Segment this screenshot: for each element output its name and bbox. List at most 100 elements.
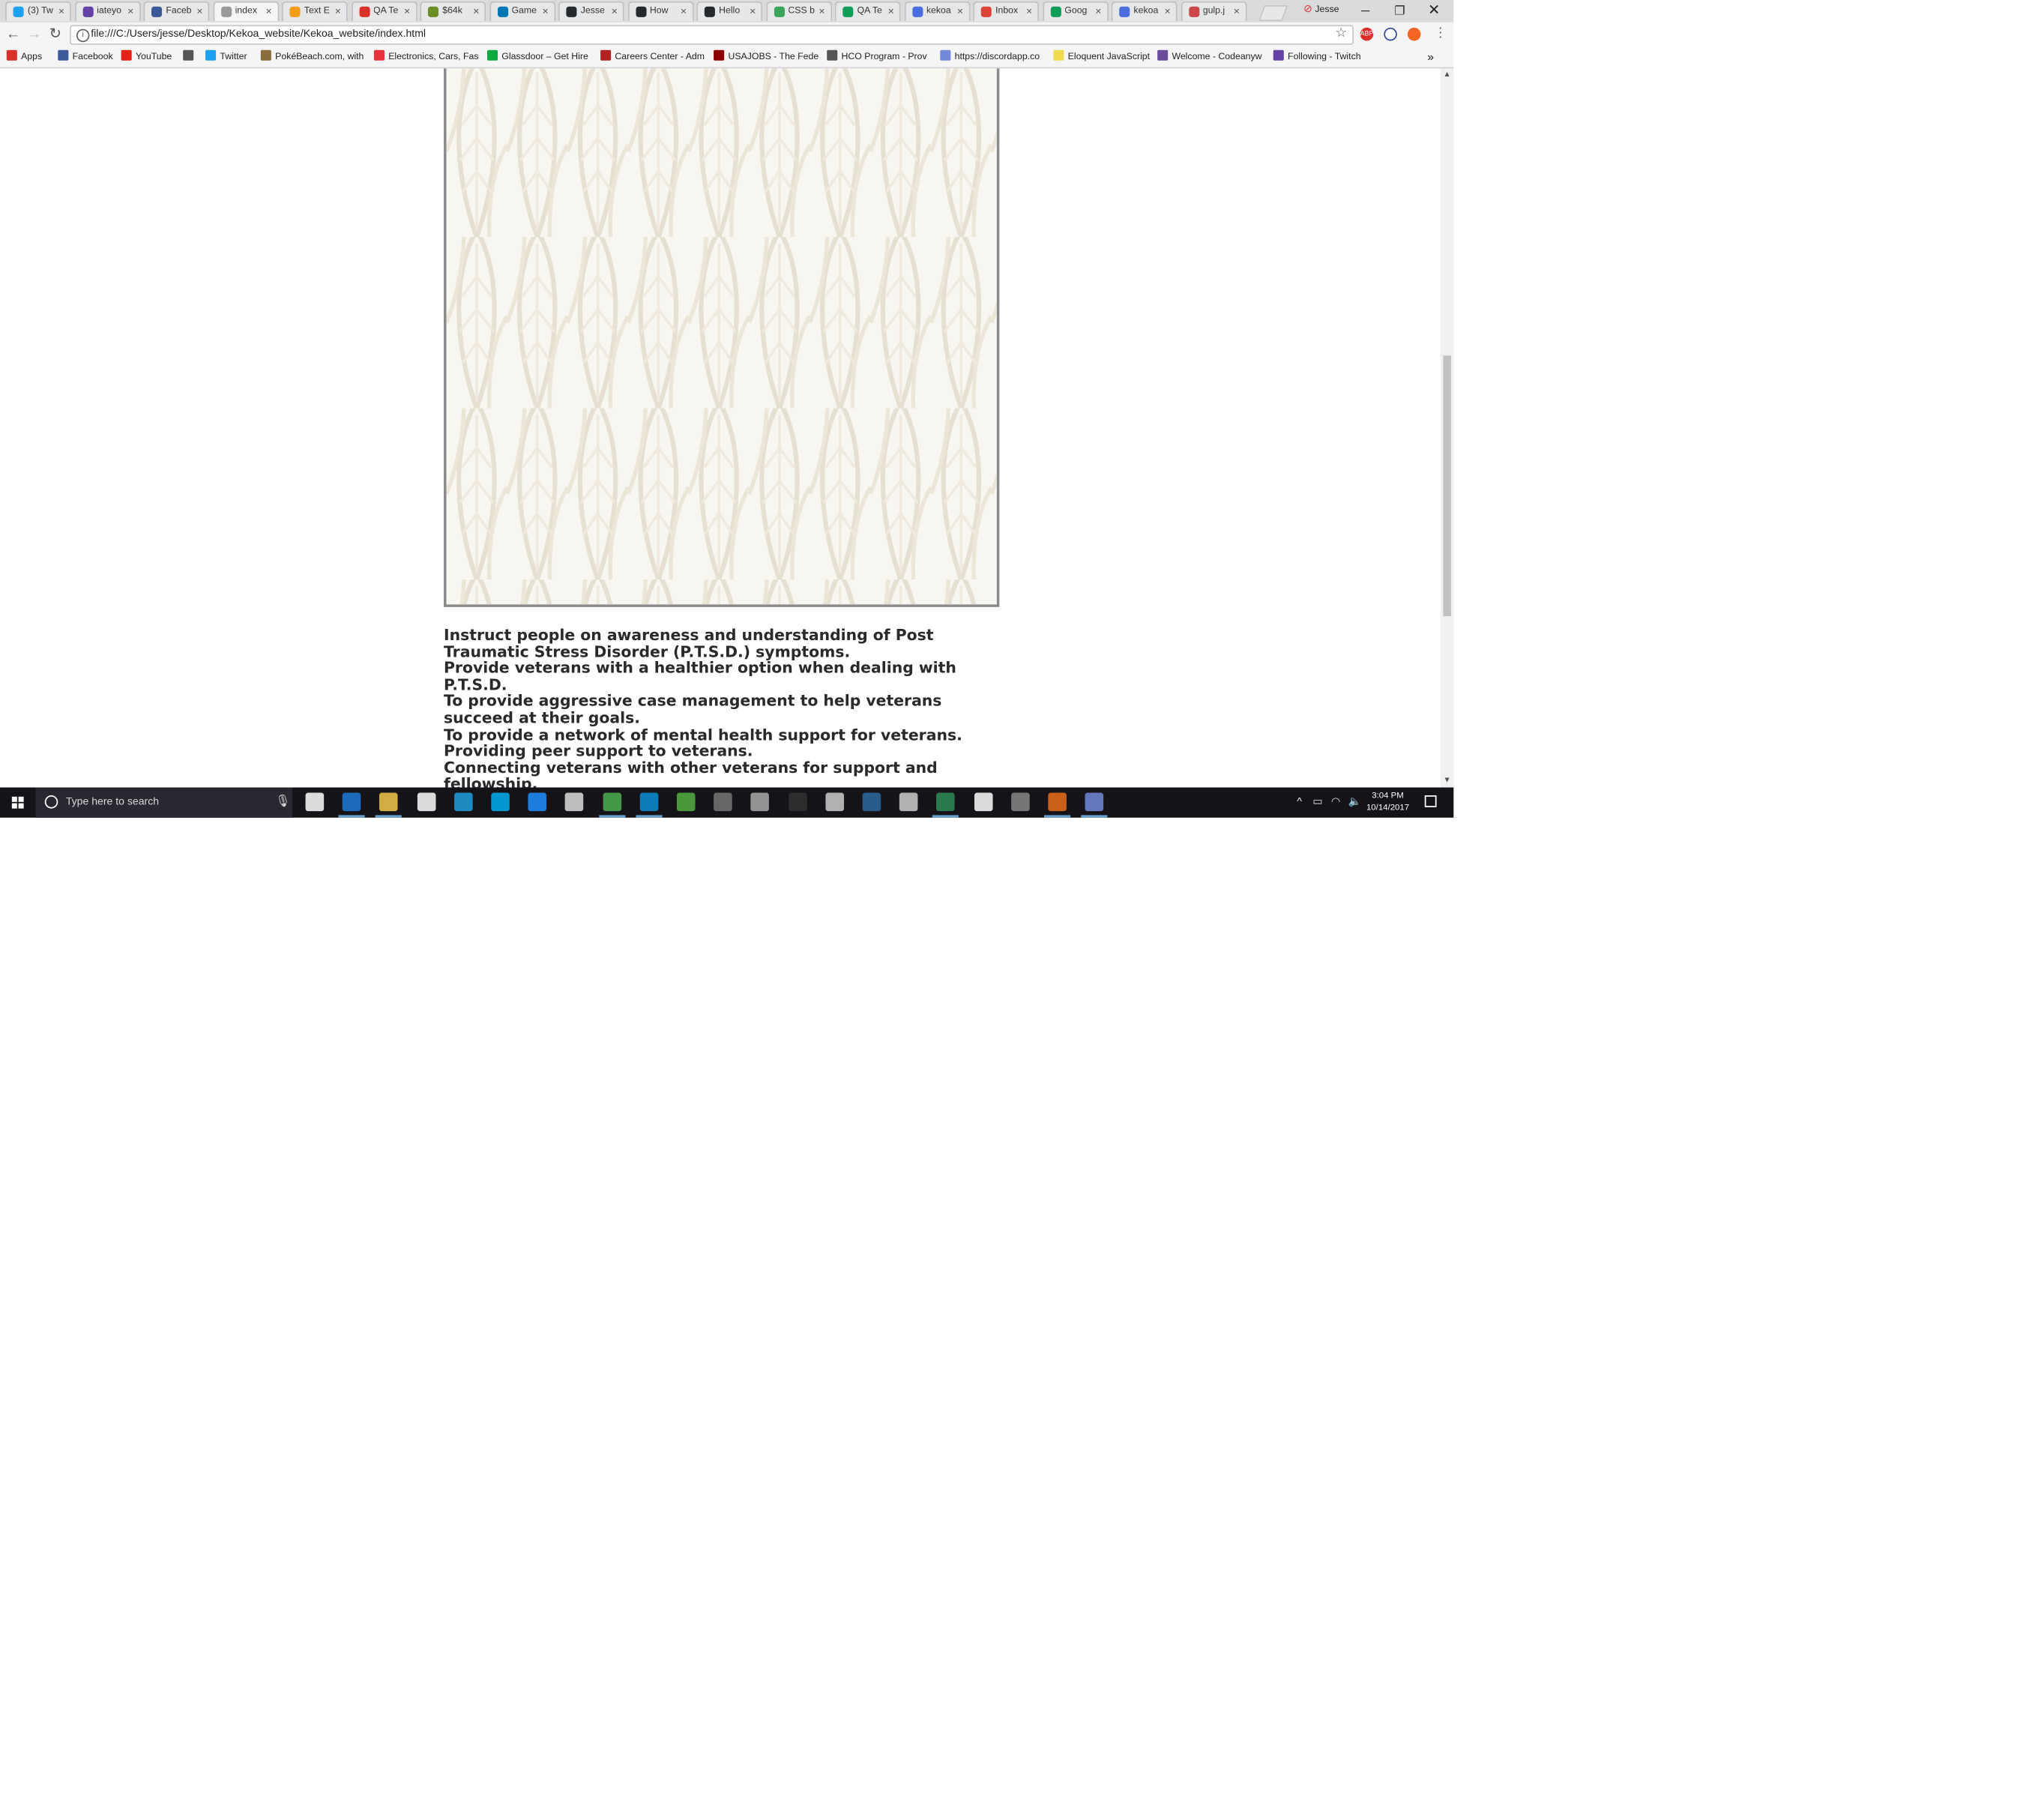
close-tab-icon[interactable]: × <box>542 3 548 22</box>
close-tab-icon[interactable]: × <box>612 3 618 22</box>
bookmark-item[interactable]: Careers Center - Adm <box>600 49 705 64</box>
browser-tab[interactable]: iateyo × <box>74 1 141 22</box>
media-icon[interactable] <box>714 792 733 812</box>
edge-icon[interactable] <box>338 792 365 818</box>
orange-extension-icon[interactable] <box>1407 27 1421 41</box>
close-tab-icon[interactable]: × <box>1026 3 1032 22</box>
close-tab-icon[interactable]: × <box>1164 3 1170 22</box>
powershell-icon[interactable] <box>862 792 881 812</box>
bookmark-item[interactable]: Facebook <box>58 49 113 64</box>
browser-tab[interactable]: (3) Tw × <box>5 1 71 22</box>
browser-tab[interactable]: Inbox × <box>973 1 1040 22</box>
unity-icon[interactable] <box>565 792 584 812</box>
bookmarks-overflow-button[interactable]: » <box>1427 50 1434 64</box>
browser-tab[interactable]: QA Te × <box>351 1 417 22</box>
browser-tab[interactable]: Game × <box>489 1 555 22</box>
scrollbar-thumb[interactable] <box>1443 355 1451 617</box>
adblock-extension-icon[interactable]: ABP <box>1360 27 1373 41</box>
menu-button[interactable]: ⋮ <box>1432 25 1450 43</box>
bookmark-item[interactable] <box>183 49 197 64</box>
cortana-app-icon[interactable] <box>528 792 547 812</box>
close-tab-icon[interactable]: × <box>888 3 894 22</box>
terminal-icon[interactable] <box>788 792 807 812</box>
bookmark-item[interactable]: YouTube <box>121 49 172 64</box>
url-text[interactable]: file:///C:/Users/jesse/Desktop/Kekoa_web… <box>91 28 426 40</box>
app-green-icon[interactable] <box>932 792 959 818</box>
close-tab-icon[interactable]: × <box>266 3 272 22</box>
address-bar[interactable]: i file:///C:/Users/jesse/Desktop/Kekoa_w… <box>70 25 1354 45</box>
file-explorer-icon[interactable] <box>376 792 403 818</box>
virtualbox-icon[interactable] <box>825 792 844 812</box>
monitor-icon[interactable] <box>636 792 663 818</box>
bookmark-item[interactable]: Apps <box>6 49 42 64</box>
chrome-icon[interactable] <box>598 792 625 818</box>
close-tab-icon[interactable]: × <box>681 3 687 22</box>
start-button[interactable] <box>0 788 35 818</box>
gamepad-icon[interactable] <box>1010 792 1030 812</box>
close-window-button[interactable]: ✕ <box>1417 1 1451 20</box>
close-tab-icon[interactable]: × <box>58 3 64 22</box>
microphone-icon[interactable]: 🎙 <box>275 794 290 808</box>
task-view-icon[interactable] <box>305 792 325 812</box>
browser-tab[interactable]: Text E × <box>281 1 348 22</box>
scroll-down-icon[interactable]: ▼ <box>1443 777 1450 785</box>
profile-button[interactable]: ⊘ Jesse <box>1303 3 1339 15</box>
bookmark-item[interactable]: Glassdoor – Get Hire <box>486 49 588 64</box>
steam-icon[interactable] <box>751 792 770 812</box>
scroll-up-icon[interactable]: ▲ <box>1443 71 1450 79</box>
close-tab-icon[interactable]: × <box>335 3 341 22</box>
xbox-icon[interactable] <box>676 792 696 812</box>
bookmark-item[interactable]: Eloquent JavaScript <box>1053 49 1150 64</box>
bookmark-item[interactable]: USAJOBS - The Fede <box>714 49 818 64</box>
browser-tab[interactable]: gulp.j × <box>1180 1 1246 22</box>
bookmark-item[interactable]: Welcome - Codeanyw <box>1157 49 1262 64</box>
discord-icon[interactable] <box>1081 792 1108 818</box>
bookmark-item[interactable]: PokéBeach.com, with <box>260 49 364 64</box>
close-tab-icon[interactable]: × <box>957 3 963 22</box>
browser-tab[interactable]: index × <box>212 1 279 22</box>
taskbar-search-box[interactable]: Type here to search 🎙 <box>35 787 292 818</box>
store-icon[interactable] <box>417 792 435 812</box>
back-button[interactable]: ← <box>4 25 22 43</box>
close-tab-icon[interactable]: × <box>1095 3 1101 22</box>
browser-tab[interactable]: Goog × <box>1042 1 1109 22</box>
taskbar-clock[interactable]: 3:04 PM 10/14/2017 <box>1360 790 1416 814</box>
browser-tab[interactable]: Faceb × <box>143 1 210 22</box>
bookmark-item[interactable]: https://discordapp.co <box>940 49 1040 64</box>
close-tab-icon[interactable]: × <box>818 3 824 22</box>
skype-icon[interactable] <box>491 792 510 812</box>
browser-tab[interactable]: $64k × <box>420 1 486 22</box>
browser-tab[interactable]: Jesse × <box>558 1 624 22</box>
block-extension-icon[interactable] <box>1384 27 1397 41</box>
browser-tab[interactable]: CSS b × <box>765 1 832 22</box>
wifi-icon[interactable]: ◠ <box>1331 795 1340 807</box>
reload-button[interactable]: ↻ <box>46 25 64 43</box>
close-tab-icon[interactable]: × <box>404 3 410 22</box>
browser-tab[interactable]: QA Te × <box>834 1 901 22</box>
visual-studio-icon[interactable] <box>1044 792 1071 818</box>
close-tab-icon[interactable]: × <box>196 3 202 22</box>
new-tab-button[interactable] <box>1258 5 1288 22</box>
bookmark-item[interactable]: Electronics, Cars, Fas <box>373 49 479 64</box>
close-tab-icon[interactable]: × <box>473 3 479 22</box>
mail-icon[interactable] <box>974 792 992 812</box>
info-icon[interactable]: i <box>76 28 90 43</box>
browser-tab[interactable]: kekoa × <box>903 1 970 22</box>
browser-tab[interactable]: kekoa × <box>1111 1 1178 22</box>
network-icon[interactable] <box>899 792 918 812</box>
battery-icon[interactable]: ▭ <box>1312 795 1322 807</box>
page-scrollbar[interactable]: ▲ ▼ <box>1440 68 1454 788</box>
bookmark-star-icon[interactable]: ☆ <box>1335 26 1347 40</box>
close-tab-icon[interactable]: × <box>127 3 133 22</box>
browser-tab[interactable]: How × <box>627 1 693 22</box>
close-tab-icon[interactable]: × <box>1234 3 1240 22</box>
minimize-button[interactable]: ─ <box>1348 1 1383 20</box>
action-center-icon[interactable] <box>1424 795 1437 807</box>
bookmark-item[interactable]: Twitter <box>205 49 247 64</box>
forward-button[interactable]: → <box>25 25 43 43</box>
bookmark-item[interactable]: HCO Program - Prov <box>827 49 927 64</box>
browser-tab[interactable]: Hello × <box>696 1 763 22</box>
ie-icon[interactable] <box>453 792 473 812</box>
restore-button[interactable]: ❐ <box>1383 1 1417 20</box>
close-tab-icon[interactable]: × <box>750 3 756 22</box>
